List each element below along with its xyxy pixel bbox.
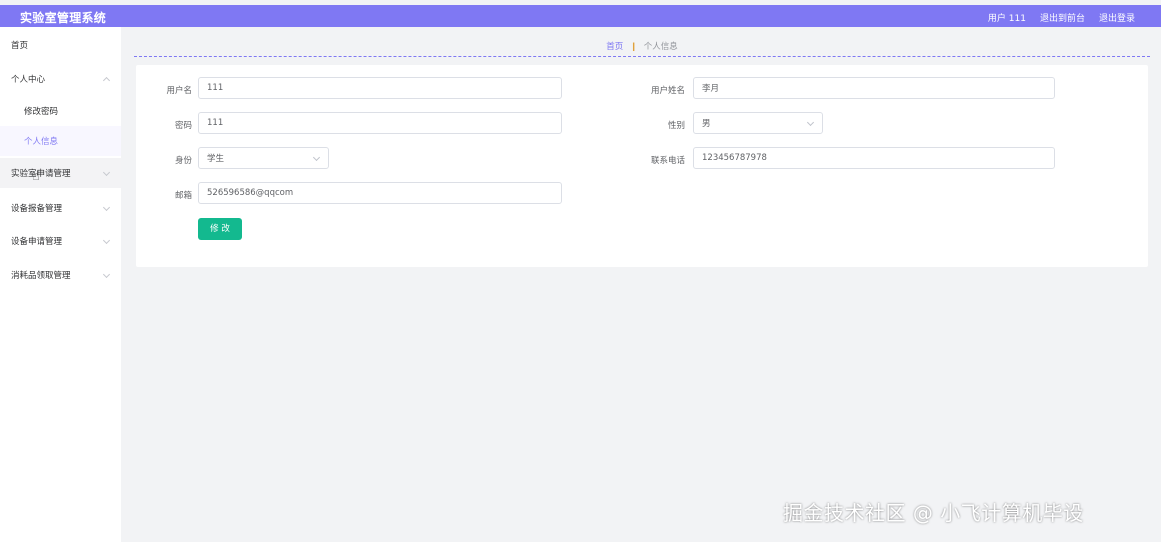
submit-button[interactable]: 修 改: [198, 218, 242, 240]
username-input[interactable]: 111: [198, 77, 562, 99]
sidebar-item-personal-center[interactable]: 个人中心: [0, 64, 121, 94]
sidebar-item-label: 个人信息: [24, 137, 59, 147]
email-value: 526596586@qqcom: [207, 188, 294, 198]
realname-input[interactable]: 李月: [693, 77, 1055, 99]
chevron-down-icon: [102, 203, 111, 212]
exit-to-frontend-link[interactable]: 退出到前台: [1040, 11, 1085, 24]
app-title: 实验室管理系统: [20, 11, 107, 25]
username-value: 111: [207, 83, 224, 93]
chevron-down-icon: [102, 236, 111, 245]
breadcrumb: 首页 ❙ 个人信息: [134, 33, 1150, 57]
sidebar-item-label: 消耗品领取管理: [11, 271, 71, 281]
sidebar-item-label: 设备报备管理: [11, 204, 63, 214]
chevron-down-icon: [806, 118, 815, 127]
sidebar-item-label: 首页: [11, 41, 29, 51]
hand-cursor-icon: ☝: [32, 169, 40, 184]
chevron-down-icon: [102, 270, 111, 279]
sidebar-item-personal-info[interactable]: 个人信息: [0, 126, 121, 156]
sidebar-item-label: 实验室申请管理: [11, 169, 71, 179]
breadcrumb-current: 个人信息: [643, 42, 678, 52]
username-label: 用户名: [166, 86, 192, 96]
email-label: 邮箱: [174, 191, 192, 201]
sidebar-item-lab-application[interactable]: 实验室申请管理: [0, 158, 121, 188]
gender-select[interactable]: 男: [693, 112, 823, 134]
identity-label: 身份: [174, 156, 192, 166]
sidebar-item-equipment-application[interactable]: 设备申请管理: [0, 226, 121, 256]
phone-value: 123456787978: [702, 153, 767, 163]
sidebar-item-label: 个人中心: [11, 75, 46, 85]
gender-label: 性别: [667, 121, 685, 131]
breadcrumb-separator-icon: ❙: [629, 42, 638, 52]
chevron-down-icon: [312, 153, 321, 162]
logout-link[interactable]: 退出登录: [1099, 11, 1135, 24]
sidebar-item-home[interactable]: 首页: [0, 30, 121, 60]
identity-value: 学生: [207, 154, 225, 164]
sidebar-item-equipment-report[interactable]: 设备报备管理: [0, 193, 121, 223]
identity-select[interactable]: 学生: [198, 147, 329, 169]
phone-label: 联系电话: [650, 156, 685, 166]
sidebar-item-consumables[interactable]: 消耗品领取管理: [0, 260, 121, 290]
sidebar: 首页 个人中心 修改密码 个人信息 实验室申请管理 设备报备管理 设备申请管理 …: [0, 27, 121, 542]
realname-label: 用户姓名: [650, 86, 685, 96]
realname-value: 李月: [702, 84, 720, 94]
current-user: 用户 111: [987, 14, 1026, 24]
sidebar-item-label: 设备申请管理: [11, 237, 63, 247]
password-value: 111: [207, 118, 224, 128]
chevron-down-icon: [102, 168, 111, 177]
breadcrumb-home[interactable]: 首页: [606, 42, 623, 52]
watermark: 掘金技术社区 @ 小飞计算机毕设: [783, 501, 1084, 525]
chevron-up-icon: [102, 76, 111, 85]
password-input[interactable]: 111: [198, 112, 562, 134]
gender-value: 男: [702, 119, 711, 129]
top-bar: 实验室管理系统 用户 111 退出到前台 退出登录: [0, 5, 1161, 27]
sidebar-item-label: 修改密码: [24, 107, 59, 117]
email-input[interactable]: 526596586@qqcom: [198, 182, 562, 204]
header-actions: 用户 111 退出到前台 退出登录: [988, 11, 1135, 24]
sidebar-item-change-password[interactable]: 修改密码: [0, 96, 121, 126]
phone-input[interactable]: 123456787978: [693, 147, 1055, 169]
password-label: 密码: [174, 121, 192, 131]
